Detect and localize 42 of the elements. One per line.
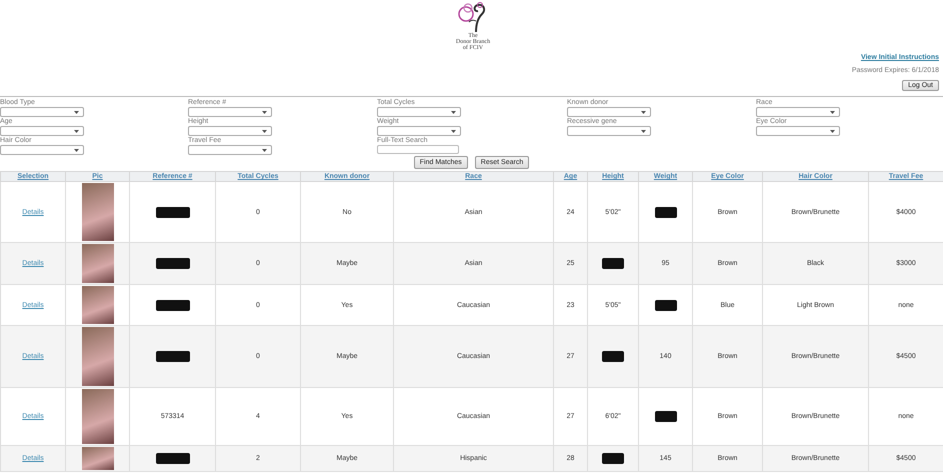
caret-icon (830, 110, 835, 114)
redaction-mark (156, 453, 190, 464)
caret-icon (74, 148, 79, 152)
redaction-mark (156, 300, 190, 310)
filter-dropdown[interactable] (567, 126, 651, 136)
caret-icon (830, 130, 835, 132)
filter-dropdown[interactable] (377, 107, 461, 117)
caret-icon (451, 110, 456, 114)
redaction-mark (156, 351, 190, 362)
photo-placeholder (82, 286, 114, 324)
caret-icon (262, 110, 267, 114)
redaction-mark (654, 300, 676, 310)
photo-placeholder (82, 389, 114, 444)
redaction-mark (654, 206, 676, 218)
filter-dropdown[interactable] (0, 126, 84, 136)
redaction-mark (602, 258, 624, 269)
photo-placeholder (82, 447, 114, 470)
redaction-mark (654, 411, 676, 422)
search-field[interactable] (377, 145, 459, 154)
filter-dropdown[interactable] (756, 107, 840, 117)
caret-icon (262, 130, 267, 132)
caret-icon (451, 130, 456, 132)
filter-dropdown[interactable] (188, 107, 272, 117)
redaction-mark (156, 206, 190, 218)
photo-placeholder (82, 327, 114, 386)
caret-icon (262, 148, 267, 152)
caret-icon (641, 130, 646, 132)
filter-dropdown[interactable] (188, 145, 272, 155)
filter-dropdown[interactable] (377, 126, 461, 136)
filter-dropdown[interactable] (0, 107, 84, 117)
filter-dropdown[interactable] (0, 145, 84, 155)
photo-placeholder (82, 183, 114, 241)
caret-icon (74, 110, 79, 114)
caret-icon (641, 110, 646, 114)
filter-dropdown[interactable] (188, 126, 272, 136)
redaction-mark (156, 258, 190, 269)
photo-placeholder (82, 244, 114, 283)
filter-dropdown[interactable] (756, 126, 840, 136)
redaction-mark (602, 351, 624, 362)
redaction-mark (602, 453, 624, 464)
caret-icon (74, 130, 79, 132)
filter-dropdown[interactable] (567, 107, 651, 117)
